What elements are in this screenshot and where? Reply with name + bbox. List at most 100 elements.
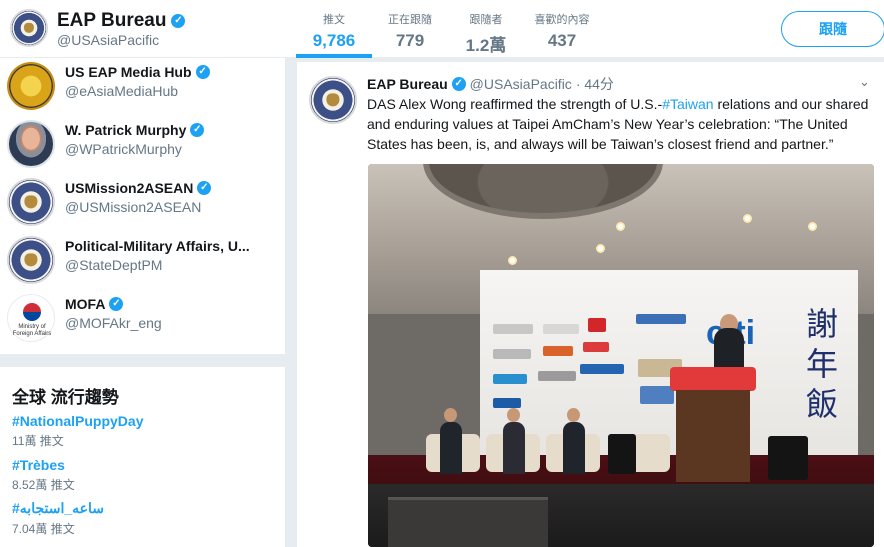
photo-sponsor-logo [580,364,624,374]
trend-tag[interactable]: #ساعه_استجابه [12,500,104,517]
account-name: W. Patrick Murphy ✓ [65,122,205,138]
photo-person [563,422,585,474]
photo-podium-flowers [670,367,756,391]
photo-sponsor-logo [493,374,527,384]
taeguk-logo-icon [23,303,41,321]
avatar[interactable] [7,120,55,168]
stat-followers[interactable]: 跟隨者 1.2萬 [448,0,524,58]
photo-banner-text: 謝年飯 [805,305,838,423]
tweet-author-name[interactable]: EAP Bureau [367,76,448,92]
photo-sponsor-logo [538,371,576,381]
verified-badge-icon: ✓ [190,123,205,137]
photo-sponsor-logo [636,314,686,324]
account-item[interactable]: Political-Military Affairs, U... @StateD… [0,232,285,290]
photo-sponsor-logo [493,349,531,359]
verified-badge-icon: ✓ [109,297,124,311]
trends-title: 全球 流行趨勢 [12,388,119,407]
account-handle: @USMission2ASEAN [65,199,202,215]
trends-panel: 全球 流行趨勢 #NationalPuppyDay 11萬 推文 #Trèbes… [0,367,285,547]
tweet-photo[interactable]: citi 謝年飯 [368,164,874,547]
verified-badge-icon: ✓ [195,65,210,79]
account-handle: @MOFAkr_eng [65,315,162,331]
trend-count: 8.52萬 推文 [12,478,75,492]
account-name: US EAP Media Hub ✓ [65,64,210,80]
account-name-text: W. Patrick Murphy [65,122,187,138]
account-name: MOFA ✓ [65,296,124,312]
photo-lamp [616,222,625,231]
stat-likes[interactable]: 喜歡的內容 437 [524,0,600,58]
photo-lamp [508,256,517,265]
stat-label: 正在跟隨 [388,14,432,26]
timeline: EAP Bureau ✓ @USAsiaPacific · 44分 ⌄ DAS … [297,62,884,547]
trend-item[interactable]: #NationalPuppyDay 11萬 推文 [12,413,143,449]
account-name-text: US EAP Media Hub [65,64,192,80]
photo-sponsor-logo [588,318,606,332]
account-list: US EAP Media Hub ✓ @eAsiaMediaHub W. Pat… [0,58,285,354]
tweet-text-part: DAS Alex Wong reaffirmed the strength of… [367,96,663,112]
tweet-text: DAS Alex Wong reaffirmed the strength of… [367,94,877,154]
tweet-author-handle[interactable]: @USAsiaPacific [470,76,572,92]
verified-badge-icon: ✓ [197,181,212,195]
account-name-text: USMission2ASEAN [65,180,194,196]
profile-name-text: EAP Bureau [57,10,167,31]
trend-count: 7.04萬 推文 [12,522,75,536]
profile-header: EAP Bureau ✓ @USAsiaPacific 推文 9,786 正在跟… [0,0,884,58]
account-handle: @eAsiaMediaHub [65,83,179,99]
photo-lamp [743,214,752,223]
account-item[interactable]: USMission2ASEAN ✓ @USMission2ASEAN [0,174,285,232]
stat-value: 779 [395,31,425,50]
photo-person-head [444,408,457,422]
tweet-hashtag-link[interactable]: #Taiwan [662,96,713,112]
verified-badge-icon: ✓ [451,77,466,91]
profile-stats-nav: 推文 9,786 正在跟隨 779 跟隨者 1.2萬 喜歡的內容 437 [296,0,600,58]
chevron-down-icon[interactable]: ⌄ [859,74,870,90]
account-handle: @StateDeptPM [65,257,163,273]
stat-value: 437 [547,31,577,50]
trend-item[interactable]: #Trèbes 8.52萬 推文 [12,457,75,493]
photo-podium [676,390,750,482]
photo-lamp [808,222,817,231]
stat-label: 喜歡的內容 [534,14,590,26]
profile-name: EAP Bureau ✓ [57,10,186,32]
photo-lamp [596,244,605,253]
avatar[interactable] [7,236,55,284]
verified-badge-icon: ✓ [171,14,186,28]
profile-handle: @USAsiaPacific [57,32,160,48]
tweet-avatar[interactable] [309,76,357,124]
stat-label: 推文 [323,14,345,26]
photo-person [440,422,462,474]
account-handle: @WPatrickMurphy [65,141,182,157]
account-item[interactable]: US EAP Media Hub ✓ @eAsiaMediaHub [0,58,285,116]
account-name: Political-Military Affairs, U... [65,238,250,254]
stat-tweets[interactable]: 推文 9,786 [296,0,372,58]
photo-stage-monitor [768,436,808,480]
account-name-text: Political-Military Affairs, U... [65,238,250,254]
trend-tag[interactable]: #NationalPuppyDay [12,413,143,429]
photo-sponsor-logo [543,346,573,356]
avatar[interactable] [7,178,55,226]
account-name-text: MOFA [65,296,106,312]
account-item[interactable]: Ministry of Foreign Affairs MOFA ✓ @MOFA… [0,290,285,348]
stat-following[interactable]: 正在跟隨 779 [372,0,448,58]
photo-sponsor-logo [493,324,533,334]
photo-sponsor-logo [583,342,609,352]
photo-stage-monitor [608,434,636,474]
account-item[interactable]: W. Patrick Murphy ✓ @WPatrickMurphy [0,116,285,174]
profile-avatar[interactable] [10,9,48,47]
tweet-timestamp[interactable]: · 44分 [576,74,614,94]
account-name: USMission2ASEAN ✓ [65,180,212,196]
stat-label: 跟隨者 [469,14,503,26]
avatar[interactable]: Ministry of Foreign Affairs [7,294,55,342]
mofa-logo-caption: Ministry of Foreign Affairs [12,324,52,337]
photo-sponsor-logo [640,386,674,404]
photo-sponsor-logo [543,324,579,334]
photo-person-head [567,408,580,422]
trend-tag[interactable]: #Trèbes [12,457,75,473]
stat-value: 9,786 [312,31,356,50]
stat-value: 1.2萬 [465,36,507,55]
photo-person [503,422,525,474]
trend-item[interactable]: #ساعه_استجابه 7.04萬 推文 [12,500,104,537]
photo-stage-steps [388,497,548,547]
follow-button[interactable]: 跟隨 [781,11,884,47]
avatar[interactable] [7,62,55,110]
